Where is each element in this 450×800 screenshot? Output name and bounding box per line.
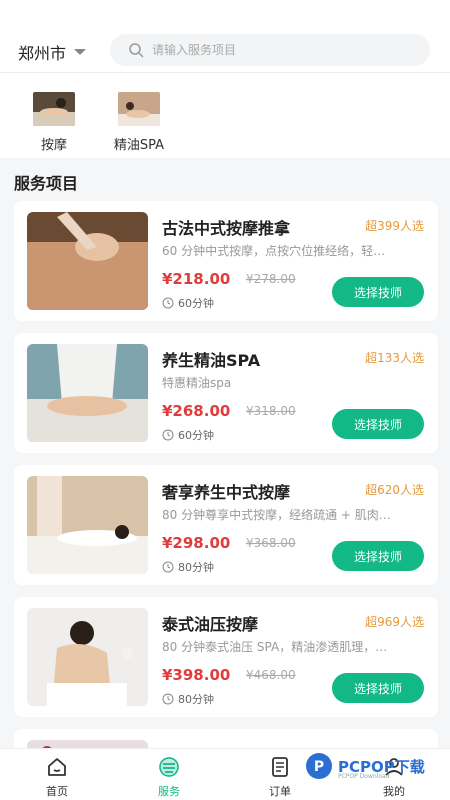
- search-bar[interactable]: [110, 34, 430, 66]
- service-title: 养生精油SPA: [162, 351, 261, 370]
- category-label: 精油SPA: [113, 138, 165, 153]
- city-selector[interactable]: 郑州市: [18, 40, 87, 64]
- watermark-logo-icon: P: [306, 753, 332, 779]
- watermark: P PCPOP下载 PCPOP Download: [304, 751, 444, 783]
- service-title: 奢享养生中式按摩: [162, 483, 291, 502]
- popularity-badge: 超133人选: [365, 351, 424, 365]
- duration: 60分钟: [162, 427, 214, 443]
- clock-icon: [162, 561, 174, 573]
- select-therapist-button[interactable]: 选择技师: [332, 277, 424, 307]
- category-spa-thumbnail: [118, 92, 160, 126]
- original-price: ¥318.00: [246, 404, 296, 418]
- tab-home[interactable]: 首页: [27, 755, 87, 799]
- tab-services[interactable]: 服务: [139, 755, 199, 799]
- original-price: ¥468.00: [246, 668, 296, 682]
- clock-icon: [162, 297, 174, 309]
- original-price: ¥368.00: [246, 536, 296, 550]
- order-list-icon: [272, 757, 288, 777]
- category-spa[interactable]: 精油SPA: [104, 92, 174, 153]
- service-description: 80 分钟尊享中式按摩，经络疏通 + 肌肉…: [162, 508, 391, 522]
- service-card[interactable]: 奢享养生中式按摩 超620人选 80 分钟尊享中式按摩，经络疏通 + 肌肉… ¥…: [14, 465, 438, 585]
- duration: 80分钟: [162, 559, 214, 575]
- tab-label: 首页: [46, 785, 68, 798]
- duration: 60分钟: [162, 295, 214, 311]
- city-label: 郑州市: [18, 44, 67, 63]
- services-icon: [159, 757, 179, 777]
- tab-label: 订单: [269, 785, 291, 798]
- tab-orders[interactable]: 订单: [250, 755, 310, 799]
- duration-label: 60分钟: [178, 297, 214, 310]
- duration-label: 60分钟: [178, 429, 214, 442]
- duration-label: 80分钟: [178, 693, 214, 706]
- current-price: ¥398.00: [162, 666, 231, 684]
- home-icon: [48, 758, 66, 776]
- top-bar: 郑州市: [0, 0, 450, 72]
- clock-icon: [162, 429, 174, 441]
- service-card[interactable]: 养生精油SPA 超133人选 特惠精油spa ¥268.00 ¥318.00 6…: [14, 333, 438, 453]
- svg-text:P: P: [314, 759, 324, 775]
- section-title: 服务项目: [14, 174, 79, 193]
- popularity-badge: 超399人选: [365, 219, 424, 233]
- category-massage[interactable]: 按摩: [19, 92, 89, 153]
- caret-down-icon: [74, 49, 87, 55]
- service-image: [27, 608, 148, 706]
- category-label: 按摩: [40, 138, 67, 153]
- service-image: [27, 344, 148, 442]
- duration-label: 80分钟: [178, 561, 214, 574]
- category-massage-thumbnail: [33, 92, 75, 126]
- service-description: 特惠精油spa: [162, 376, 232, 390]
- tab-label: 我的: [383, 785, 405, 798]
- service-image: [27, 212, 148, 310]
- popularity-badge: 超969人选: [365, 615, 424, 629]
- duration: 80分钟: [162, 691, 214, 707]
- select-therapist-button[interactable]: 选择技师: [332, 541, 424, 571]
- category-strip: 按摩 精油SPA: [0, 73, 450, 158]
- original-price: ¥278.00: [246, 272, 296, 286]
- service-description: 80 分钟泰式油压 SPA，精油渗透肌理，…: [162, 640, 388, 654]
- watermark-subtext: PCPOP Download: [338, 773, 390, 780]
- current-price: ¥268.00: [162, 402, 231, 420]
- tab-label: 服务: [158, 785, 180, 798]
- search-icon: [129, 43, 144, 58]
- select-therapist-button[interactable]: 选择技师: [332, 673, 424, 703]
- select-therapist-button[interactable]: 选择技师: [332, 409, 424, 439]
- service-description: 60 分钟中式按摩，点按穴位推经络，轻…: [162, 244, 386, 258]
- service-card[interactable]: 泰式油压按摩 超969人选 80 分钟泰式油压 SPA，精油渗透肌理，… ¥39…: [14, 597, 438, 717]
- popularity-badge: 超620人选: [365, 483, 424, 497]
- current-price: ¥298.00: [162, 534, 231, 552]
- service-image: [27, 476, 148, 574]
- current-price: ¥218.00: [162, 270, 231, 288]
- clock-icon: [162, 693, 174, 705]
- search-input[interactable]: [152, 43, 412, 57]
- service-title: 古法中式按摩推拿: [162, 219, 291, 238]
- service-title: 泰式油压按摩: [162, 615, 259, 634]
- service-card[interactable]: 古法中式按摩推拿 超399人选 60 分钟中式按摩，点按穴位推经络，轻… ¥21…: [14, 201, 438, 321]
